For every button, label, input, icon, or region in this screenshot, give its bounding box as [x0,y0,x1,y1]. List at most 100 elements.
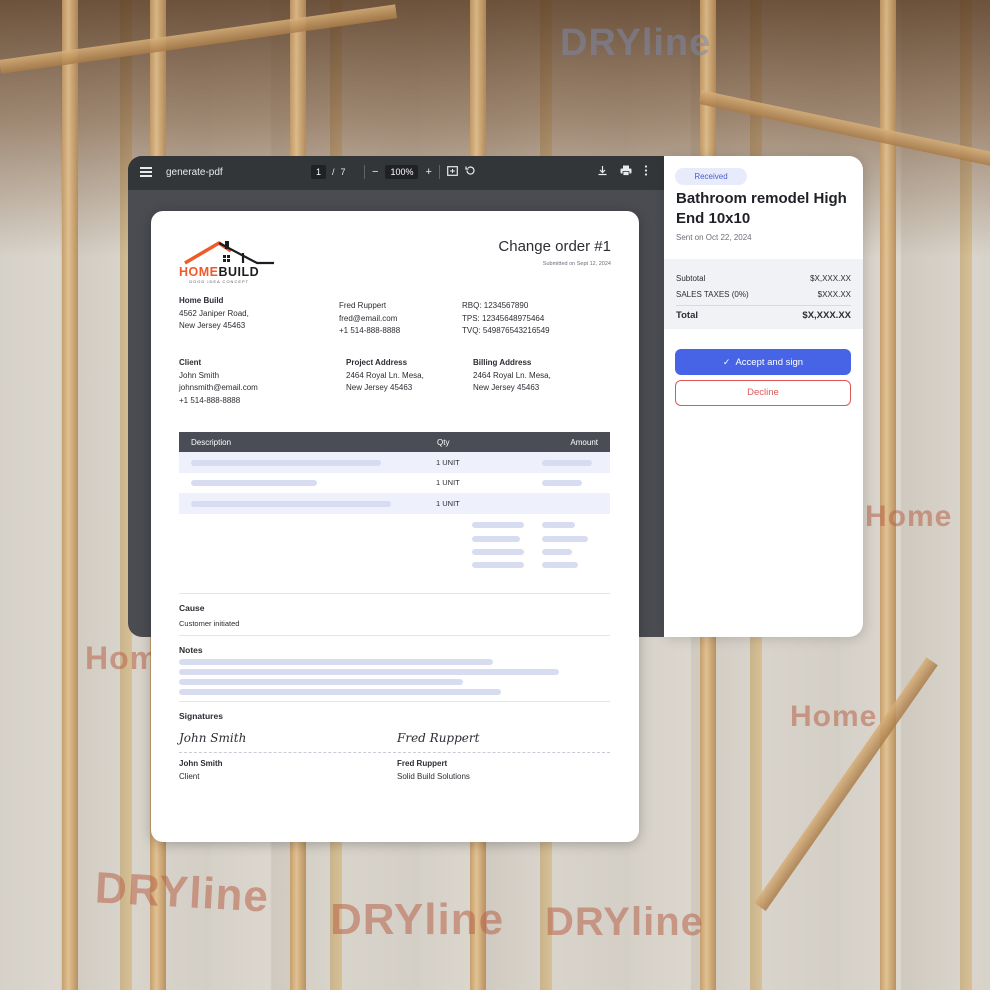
homebuild-logo: HOMEBUILD GOOD IDEA CONCEPT [179,239,279,285]
billing-address-line2: New Jersey 45463 [473,383,540,392]
change-order-title: Bathroom remodel High End 10x10 [676,190,847,227]
cause-value: Customer initiated [179,619,240,628]
amount-placeholder [519,493,610,514]
print-icon[interactable] [620,165,632,179]
project-address-line1: 2464 Royal Ln. Mesa, [346,370,424,380]
qty-cell: 1 UNIT [424,493,519,514]
subtotal-value: $X,XXX.XX [810,274,851,283]
page-total: 7 [340,167,346,177]
contractor-signer-block: Fred Ruppert Solid Build Solutions [397,758,470,783]
line-items-table: Description Qty Amount 1 UNIT 1 UNIT 1 U… [179,432,610,514]
signatures-label: Signatures [179,711,223,721]
client-signer-name: John Smith [179,759,223,768]
toolbar-divider [364,165,365,179]
document-page: HOMEBUILD GOOD IDEA CONCEPT Change order… [151,211,639,842]
column-header-qty: Qty [424,432,519,452]
table-row: 1 UNIT [179,473,610,494]
table-header-row: Description Qty Amount [179,432,610,452]
page-navigator: 1 / 7 [311,165,346,179]
bg-brand-dryline: DRYline [330,895,505,944]
rotate-icon[interactable] [465,165,476,179]
qty-cell: 1 UNIT [424,452,519,473]
tvq-number: TVQ: 549876543216549 [462,326,550,335]
submitted-date: Submitted on Sept 12, 2024 [542,261,611,267]
tps-number: TPS: 12345648975464 [462,313,545,323]
section-divider [179,701,610,702]
billing-address-label: Billing Address [473,358,532,367]
zoom-level-input[interactable]: 100% [385,165,419,179]
wood-stud [880,0,896,990]
tax-label: SALES TAXES (0%) [676,290,749,299]
client-signature: John Smith [179,731,247,745]
amount-placeholder [519,452,610,473]
wood-stud [62,0,78,990]
client-signer-role: Client [179,771,200,781]
section-divider [179,635,610,636]
download-icon[interactable] [597,165,608,179]
wood-beam [754,657,938,912]
total-row: Total $X,XXX.XX [676,310,851,321]
subtotal-row: Subtotal $X,XXX.XX [676,274,851,283]
rbq-number: RBQ: 1234567890 [462,301,529,310]
bg-brand-home: Home [790,700,878,733]
checkmark-icon: ✓ [722,357,731,367]
project-address-label: Project Address [346,358,408,367]
menu-icon[interactable] [140,167,152,177]
contractor-signature: Fred Ruppert [397,731,480,745]
description-placeholder [179,493,424,514]
contact-block: Fred Ruppert fred@email.com +1 514-888-8… [339,300,400,338]
fit-page-icon[interactable] [447,165,458,179]
bg-brand-dryline: DRYline [93,863,271,922]
client-email: johnsmith@email.com [179,383,258,392]
client-phone: +1 514-888-8888 [179,395,241,405]
project-address-block: Project Address 2464 Royal Ln. Mesa, New… [346,357,424,395]
contractor-signer-role: Solid Build Solutions [397,771,470,781]
billing-address-line1: 2464 Royal Ln. Mesa, [473,370,551,380]
signature-line [179,752,610,753]
column-header-amount: Amount [519,432,610,452]
toolbar-actions [597,165,648,179]
tax-ids-block: RBQ: 1234567890 TPS: 12345648975464 TVQ:… [462,300,550,338]
column-header-description: Description [179,432,424,452]
wood-beam [698,90,990,167]
pdf-filename: generate-pdf [166,167,223,178]
bg-brand-dryline: DRYline [545,900,704,944]
cause-label: Cause [179,603,205,613]
accept-and-sign-button[interactable]: ✓ Accept and sign [675,349,851,375]
billing-address-block: Billing Address 2464 Royal Ln. Mesa, New… [473,357,551,395]
summary-box: Subtotal $X,XXX.XX SALES TAXES (0%) $XXX… [664,259,863,329]
wood-beam [0,4,398,74]
tax-value: $XXX.XX [817,290,851,299]
contact-name: Fred Ruppert [339,301,387,310]
more-options-icon[interactable] [644,165,648,179]
toolbar-divider [438,165,440,179]
zoom-in-icon[interactable]: + [425,166,431,178]
page-number-input[interactable]: 1 [311,165,327,179]
document-title: Change order #1 [498,238,611,255]
table-row: 1 UNIT [179,493,610,514]
page-separator: / [332,167,335,177]
client-signer-block: John Smith Client [179,758,223,783]
bg-brand-home: Home [865,500,953,533]
accept-button-label: Accept and sign [735,357,804,368]
client-name: John Smith [179,370,220,380]
company-block: Home Build 4562 Janiper Road, New Jersey… [179,295,249,333]
sent-date: Sent on Oct 22, 2024 [676,233,752,242]
decline-button[interactable]: Decline [675,380,851,406]
logo-wordmark: HOMEBUILD [179,265,260,279]
notes-label: Notes [179,645,203,655]
summary-divider [676,305,851,306]
subtotal-label: Subtotal [676,274,706,283]
project-address-line2: New Jersey 45463 [346,383,413,392]
tax-row: SALES TAXES (0%) $XXX.XX [676,290,851,299]
zoom-controls: − 100% + [364,165,476,179]
pdf-toolbar: generate-pdf 1 / 7 − 100% + [128,156,664,190]
logo-tagline: GOOD IDEA CONCEPT [189,279,250,284]
amount-placeholder [519,473,610,494]
table-row: 1 UNIT [179,452,610,473]
total-label: Total [676,310,698,321]
zoom-out-icon[interactable]: − [372,166,378,178]
company-address-line1: 4562 Janiper Road, [179,308,249,318]
company-name: Home Build [179,296,224,305]
description-placeholder [179,452,424,473]
